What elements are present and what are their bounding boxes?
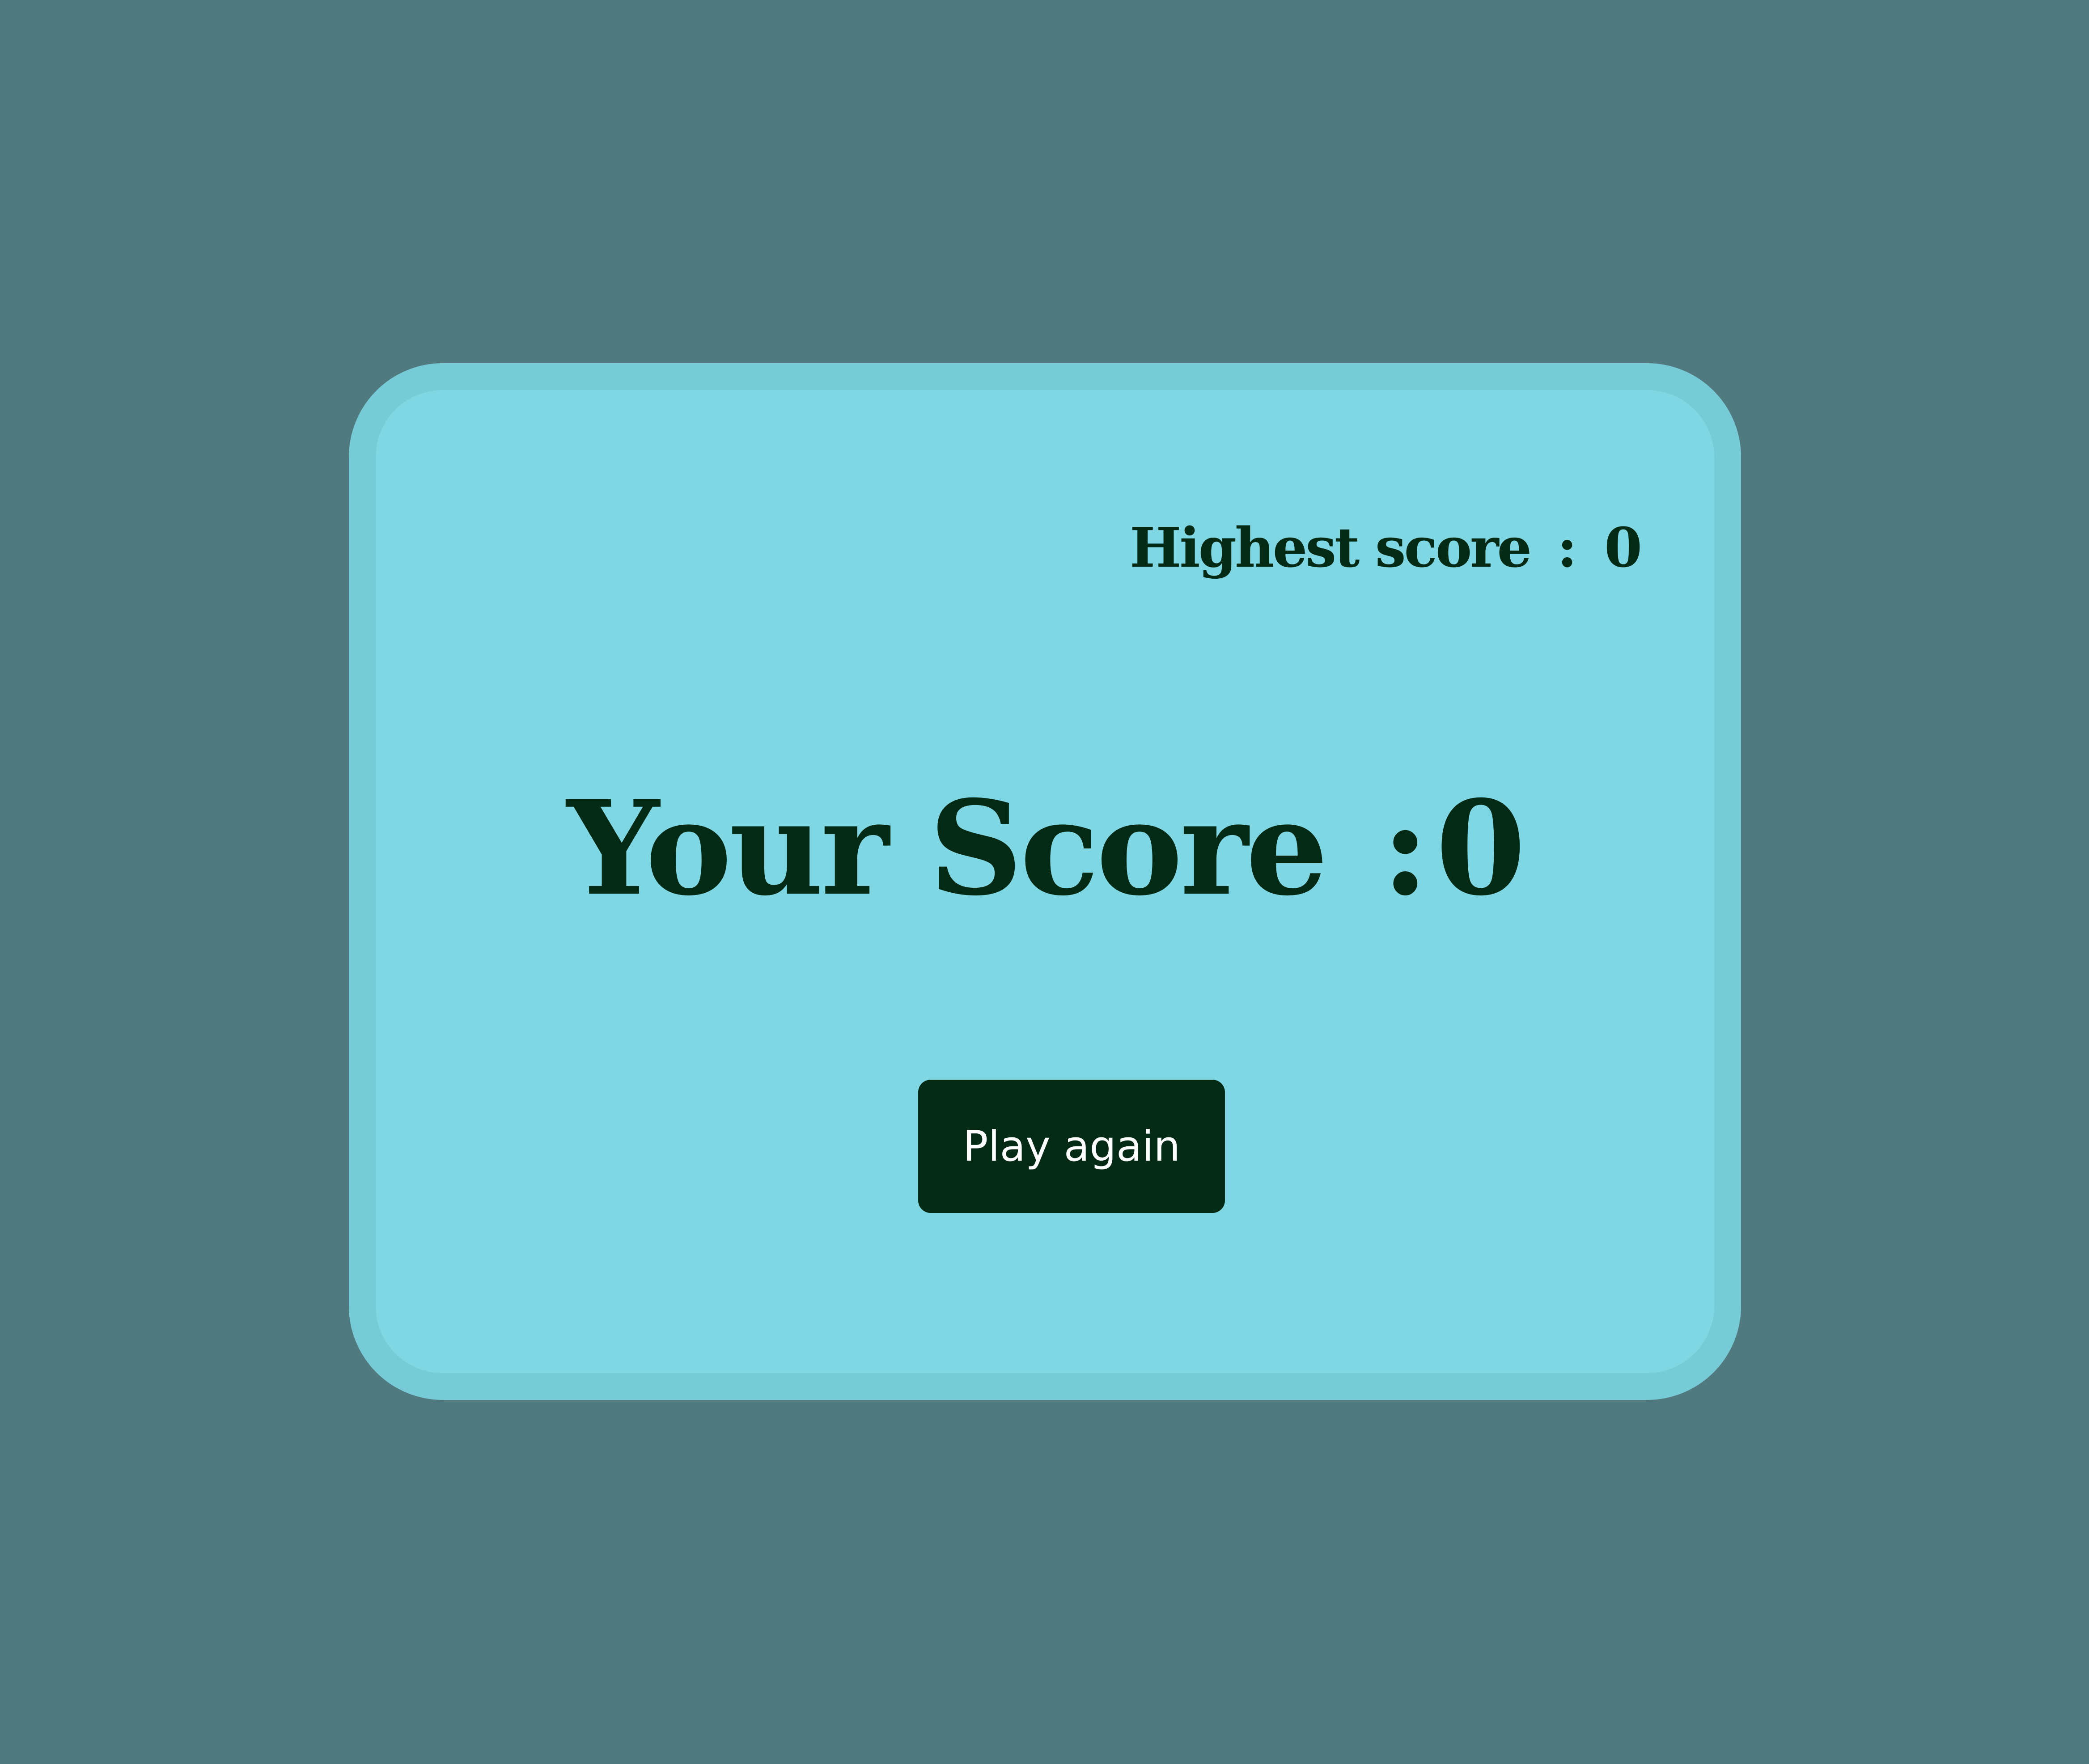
your-score-label: Your Score [567,772,1328,924]
highest-score-separator: : [1557,515,1577,580]
play-again-button[interactable]: Play again [918,1080,1225,1213]
highest-score: Highest score : 0 [1130,515,1642,580]
score-card: Highest score : 0 Your Score :0 Play aga… [349,363,1741,1400]
your-score: Your Score :0 [376,784,1714,913]
your-score-value: 0 [1435,772,1526,924]
your-score-separator: : [1381,772,1429,924]
highest-score-label: Highest score [1130,515,1532,580]
highest-score-value: 0 [1604,515,1642,580]
